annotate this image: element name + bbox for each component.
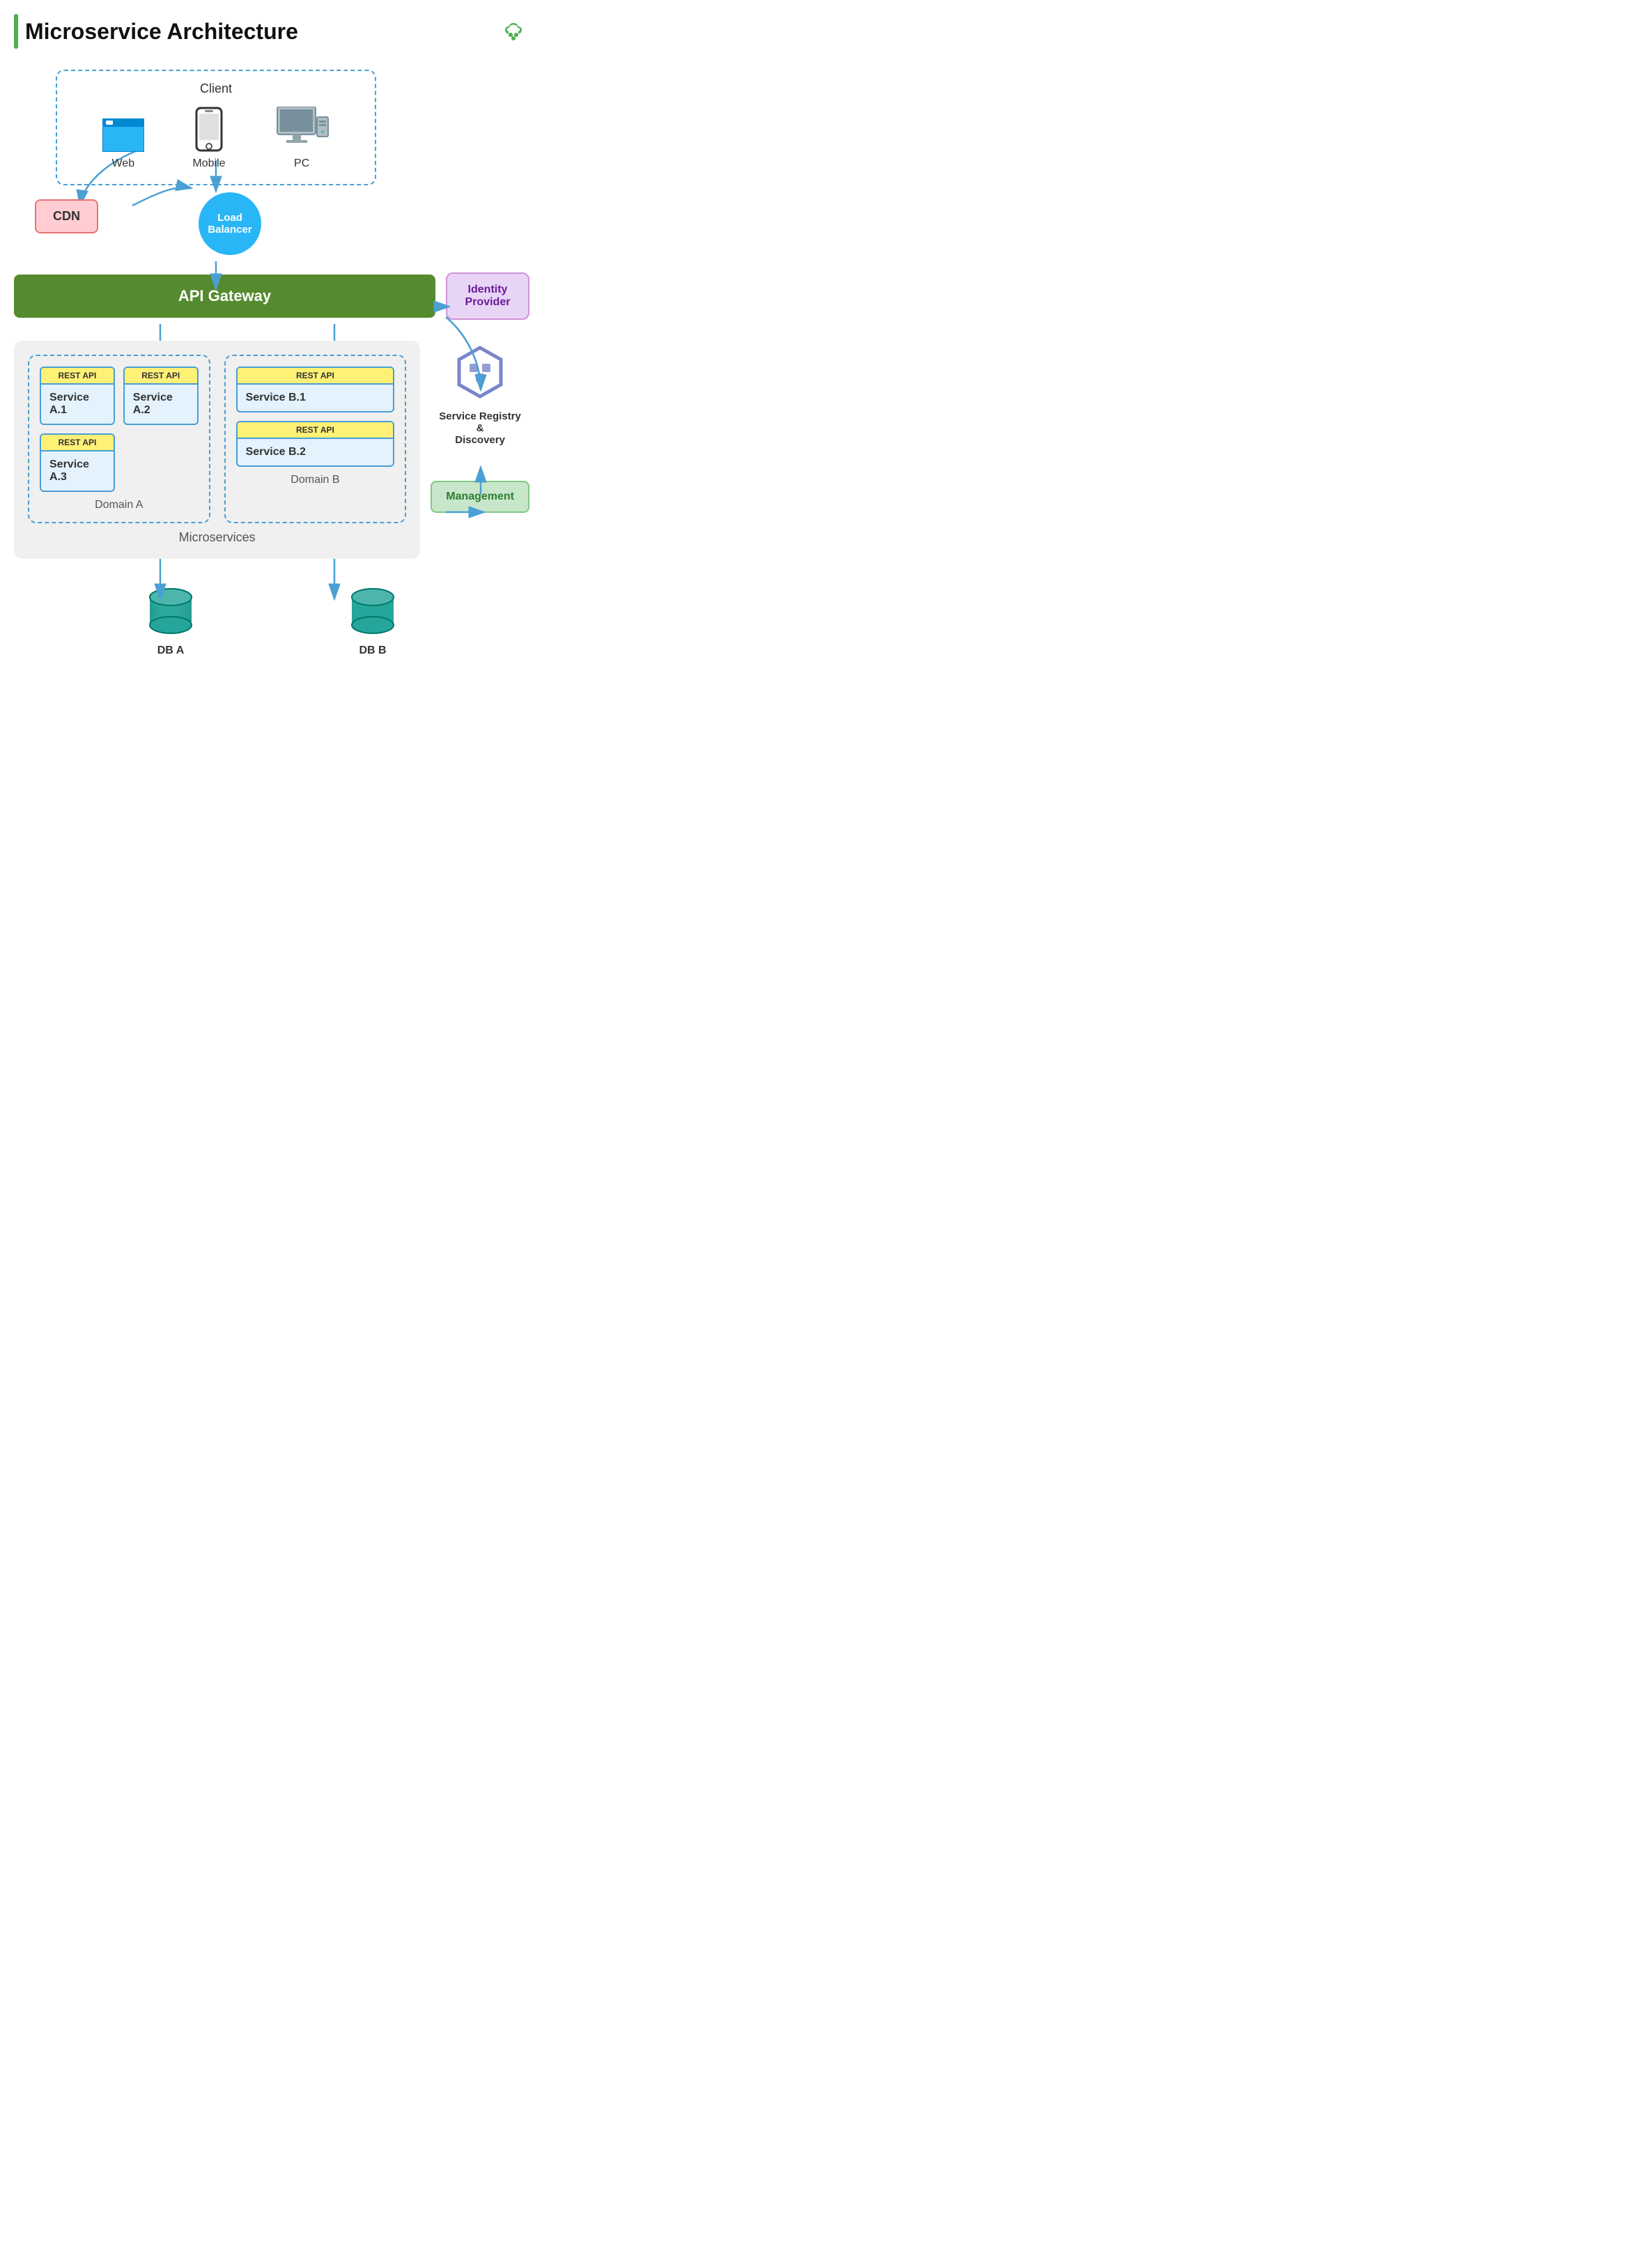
- page: Microservice Architecture Client: [0, 0, 543, 756]
- db-a-label: DB A: [157, 645, 185, 657]
- identity-provider: IdentityProvider: [446, 272, 529, 320]
- pc-icon: [274, 107, 330, 152]
- client-label: Client: [78, 82, 354, 96]
- service-b2-tag: REST API: [238, 422, 394, 439]
- db-b-label: DB B: [359, 645, 386, 657]
- domains-row: REST API Service A.1 REST API Service A.…: [28, 355, 406, 523]
- service-a2: REST API Service A.2: [123, 367, 199, 425]
- service-b1-name: Service B.1: [238, 385, 394, 411]
- brand-logo: [503, 21, 529, 42]
- service-a3-name: Service A.3: [41, 452, 114, 491]
- identity-provider-label: IdentityProvider: [465, 284, 511, 308]
- service-registry-icon: [452, 344, 508, 400]
- client-pc: PC: [274, 107, 330, 170]
- service-b2: REST API Service B.2: [236, 421, 395, 467]
- microservices-container: REST API Service A.1 REST API Service A.…: [14, 341, 420, 559]
- api-gateway-label: API Gateway: [178, 287, 271, 304]
- client-icons: Web Mobile: [78, 107, 354, 170]
- title-area: Microservice Architecture: [14, 14, 298, 49]
- management-box: Management: [431, 481, 529, 513]
- service-b1: REST API Service B.1: [236, 367, 395, 412]
- load-balancer: LoadBalancer: [199, 192, 261, 255]
- microservices-area: REST API Service A.1 REST API Service A.…: [14, 330, 420, 569]
- service-a2-name: Service A.2: [125, 385, 197, 424]
- service-b2-name: Service B.2: [238, 439, 394, 465]
- service-a3-tag: REST API: [41, 435, 114, 452]
- client-box: Client Web: [56, 70, 376, 185]
- mobile-label: Mobile: [192, 157, 225, 170]
- mobile-icon: [195, 107, 223, 152]
- domain-a-services: REST API Service A.1 REST API Service A.…: [40, 367, 199, 492]
- service-registry-label: Service Registry &Discovery: [438, 410, 522, 446]
- db-b-item: DB B: [345, 583, 401, 657]
- service-a1: REST API Service A.1: [40, 367, 115, 425]
- load-balancer-label: LoadBalancer: [208, 212, 251, 236]
- service-a2-tag: REST API: [125, 368, 197, 385]
- service-a3: REST API Service A.3: [40, 433, 115, 492]
- brand-icon: [503, 21, 524, 42]
- db-a-icon: [143, 583, 199, 639]
- microservices-label: Microservices: [28, 530, 406, 545]
- title-bar-decoration: [14, 14, 18, 49]
- domain-a-label: Domain A: [40, 499, 199, 511]
- db-a-item: DB A: [143, 583, 199, 657]
- domain-b-box: REST API Service B.1 REST API Service B.…: [224, 355, 407, 523]
- client-mobile: Mobile: [192, 107, 225, 170]
- db-b-icon: [345, 583, 401, 639]
- service-b1-tag: REST API: [238, 368, 394, 385]
- api-gateway-row: API Gateway IdentityProvider: [14, 272, 529, 320]
- api-gateway: API Gateway: [14, 275, 435, 318]
- web-icon: [102, 118, 144, 152]
- header: Microservice Architecture: [14, 14, 529, 49]
- client-web: Web: [102, 118, 144, 170]
- databases-row: DB A DB B: [14, 583, 529, 657]
- management-label: Management: [446, 491, 514, 502]
- cdn-label: CDN: [53, 209, 80, 223]
- page-title: Microservice Architecture: [25, 19, 298, 45]
- pc-label: PC: [294, 157, 309, 170]
- service-a1-tag: REST API: [41, 368, 114, 385]
- cdn-box: CDN: [35, 199, 98, 233]
- domain-b-services: REST API Service B.1 REST API Service B.…: [236, 367, 395, 467]
- domain-b-label: Domain B: [236, 474, 395, 486]
- web-label: Web: [111, 157, 134, 170]
- service-a1-name: Service A.1: [41, 385, 114, 424]
- domain-a-box: REST API Service A.1 REST API Service A.…: [28, 355, 210, 523]
- right-panel: Service Registry &Discovery Management: [431, 330, 529, 513]
